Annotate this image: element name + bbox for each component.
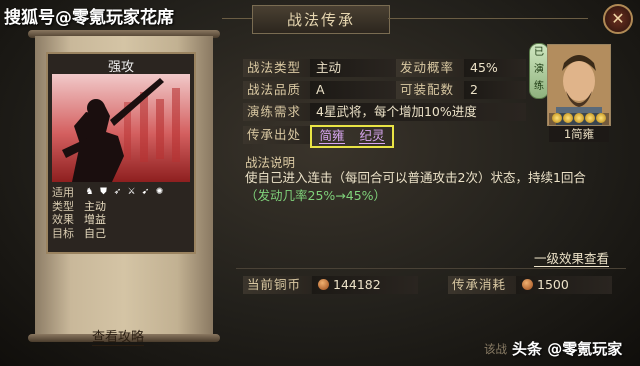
siege-icon: ✺ xyxy=(155,187,164,197)
star-icon xyxy=(574,113,584,123)
general-stars xyxy=(549,113,609,125)
skill-info: 适用 ♞ ⛊ ➶ ⚔ ➹ ✺ 类型 主动 效果 增益 目标 自己 xyxy=(52,186,165,240)
skill-name: 强攻 xyxy=(107,60,134,75)
info-key: 类型 xyxy=(52,199,74,213)
requirement-value: 4星武将，每个增加10%进度 xyxy=(310,103,526,121)
quality-label: 战法品质 xyxy=(243,81,311,99)
current-coins-value: 144182 xyxy=(333,277,381,292)
warrior-silhouette-icon xyxy=(62,78,180,182)
spear-icon: ⚔ xyxy=(127,187,136,197)
unit-icons: ♞ ⛊ ➶ ⚔ ➹ ✺ xyxy=(84,186,165,200)
cost-value: 1500 xyxy=(537,277,569,292)
prob-value: 45% xyxy=(464,59,526,77)
source-box: 简雍 纪灵 xyxy=(310,125,394,148)
prob-label: 发动概率 xyxy=(396,59,464,77)
equip-label: 可装配数 xyxy=(396,81,464,99)
info-value: 增益 xyxy=(84,213,106,226)
window-title: 战法传承 xyxy=(252,5,390,34)
star-icon xyxy=(563,113,573,123)
source-general-link[interactable]: 纪灵 xyxy=(359,129,385,144)
star-icon xyxy=(552,113,562,123)
shield-icon: ⛊ xyxy=(100,187,107,197)
cost-label: 传承消耗 xyxy=(448,276,516,294)
equip-value: 2 xyxy=(464,81,526,99)
skill-artwork xyxy=(52,74,190,182)
source-label: 传承出处 xyxy=(243,126,311,144)
current-coins: 144182 xyxy=(312,276,418,294)
info-key: 目标 xyxy=(52,226,74,240)
level-effect-link[interactable]: 一级效果查看 xyxy=(534,251,610,267)
divider xyxy=(236,268,626,269)
info-key: 效果 xyxy=(52,213,74,226)
info-value: 主动 xyxy=(84,199,106,213)
cost: 1500 xyxy=(516,276,612,294)
explain-text: 使自己进入连击（每回合可以普通攻击2次）状态，持续1回合 （发动几率25%→45… xyxy=(245,169,620,205)
star-icon xyxy=(596,113,606,123)
archer-icon: ➶ xyxy=(113,187,122,197)
watermark-top: 搜狐号@零氪玩家花席 xyxy=(4,8,174,28)
type-value: 主动 xyxy=(310,59,396,77)
close-button[interactable]: ✕ xyxy=(603,4,633,34)
current-coins-label: 当前铜币 xyxy=(243,276,311,294)
practiced-tag: 已演练 xyxy=(529,43,549,99)
explain-upgrade: （发动几率25%→45%） xyxy=(245,188,387,203)
star-icon xyxy=(585,113,595,123)
source-general-link[interactable]: 简雍 xyxy=(319,129,345,144)
requirement-label: 演练需求 xyxy=(243,103,311,121)
info-value: 自己 xyxy=(84,226,106,240)
cutoff-text: 该战 xyxy=(484,342,507,356)
coin-icon xyxy=(318,279,329,290)
quality-value: A xyxy=(310,81,396,99)
cavalry-icon: ♞ xyxy=(85,187,94,197)
close-x-icon: ✕ xyxy=(611,9,625,28)
title-ornament-right xyxy=(388,18,588,19)
explain-body: 使自己进入连击（每回合可以普通攻击2次）状态，持续1回合 xyxy=(245,170,586,185)
general-name: 1简雍 xyxy=(549,126,609,142)
guide-link[interactable]: 查看攻略 xyxy=(92,326,145,346)
type-label: 战法类型 xyxy=(243,59,311,77)
info-key: 适用 xyxy=(52,186,74,199)
watermark-bottom: 头条 @零氪玩家 xyxy=(512,340,623,358)
title-ornament-left xyxy=(222,18,252,19)
coin-icon xyxy=(522,279,533,290)
skill-card[interactable]: 强攻 适用 ♞ ⛊ ➶ ⚔ ➹ ✺ 类型 主动 效果 增益 目标 自己 xyxy=(46,52,196,254)
weapon-icon: ➹ xyxy=(141,187,150,197)
